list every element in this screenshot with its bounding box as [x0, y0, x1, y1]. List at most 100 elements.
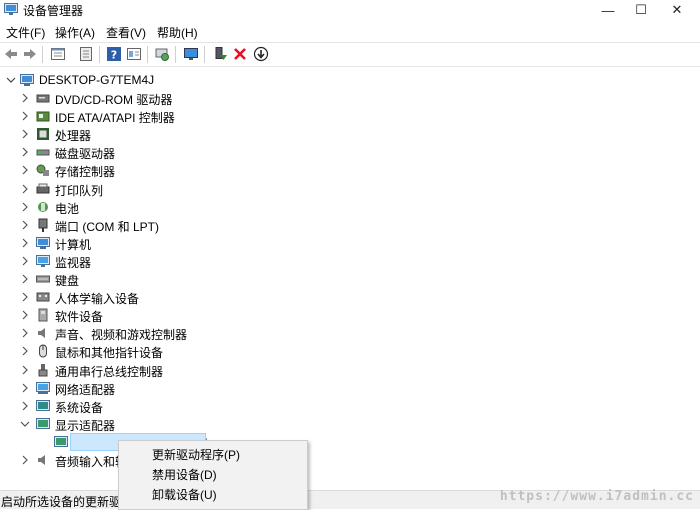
computer-root-icon: [20, 74, 34, 86]
uninstall-icon[interactable]: [232, 46, 248, 62]
tree-item[interactable]: 端口 (COM 和 LPT): [0, 216, 700, 234]
properties-icon[interactable]: [50, 46, 66, 62]
window-title: 设备管理器: [23, 4, 84, 18]
chevron-right-icon[interactable]: [20, 111, 30, 121]
usb-icon: [38, 363, 48, 376]
chevron-right-icon[interactable]: [20, 129, 30, 139]
mouse-icon: [39, 344, 47, 358]
tree-item[interactable]: 网络适配器: [0, 379, 700, 397]
tree-item[interactable]: 存储控制器: [0, 161, 700, 179]
tree-item[interactable]: 通用串行总线控制器: [0, 361, 700, 379]
tree-item[interactable]: 键盘: [0, 270, 700, 288]
chevron-right-icon[interactable]: [20, 455, 30, 465]
toolbar-separator: [42, 46, 43, 63]
chevron-right-icon[interactable]: [20, 184, 30, 194]
tree-item[interactable]: 磁盘驱动器: [0, 143, 700, 161]
tree-item[interactable]: 电池: [0, 198, 700, 216]
chevron-right-icon[interactable]: [20, 238, 30, 248]
view-icon[interactable]: [78, 46, 94, 62]
ide-controller-icon: [36, 111, 50, 122]
chevron-right-icon[interactable]: [20, 310, 30, 320]
chevron-down-icon[interactable]: [6, 75, 16, 85]
tree-item-label: 系统设备: [55, 400, 104, 415]
tree-item-label: 显示适配器: [55, 418, 116, 433]
maximize-icon: ☐: [635, 2, 647, 17]
chevron-right-icon[interactable]: [20, 256, 30, 266]
tree-item-label: 键盘: [55, 274, 80, 288]
disk-drive-icon: [36, 149, 50, 156]
tree-item[interactable]: 音频输入和输出: [0, 451, 700, 469]
back-icon[interactable]: [3, 46, 19, 62]
tree-item-label: 人体学输入设备: [55, 292, 140, 307]
toolbar-separator: [175, 46, 176, 63]
menu-bar: 文件(F) 操作(A) 查看(V) 帮助(H): [0, 21, 700, 41]
toolbar-separator: [147, 46, 148, 63]
tree-item[interactable]: DVD/CD-ROM 驱动器: [0, 89, 700, 107]
keyboard-icon: [36, 275, 50, 283]
monitor-icon[interactable]: [183, 46, 199, 62]
context-uninstall-device[interactable]: 卸载设备(U): [152, 486, 217, 503]
tree-root[interactable]: DESKTOP-G7TEM4J: [0, 71, 700, 89]
battery-icon: [38, 201, 48, 212]
tree-item-label: 通用串行总线控制器: [55, 364, 164, 379]
chevron-right-icon[interactable]: [20, 365, 30, 375]
chevron-right-icon[interactable]: [20, 346, 30, 356]
dvd-drive-icon: [36, 94, 50, 103]
tree-item-label: 处理器: [55, 129, 92, 144]
tree-item[interactable]: 计算机: [0, 234, 700, 252]
menu-view[interactable]: 查看(V): [106, 24, 146, 41]
tree-item-label: 存储控制器: [55, 165, 116, 180]
hid-icon: [36, 292, 50, 302]
context-disable-device[interactable]: 禁用设备(D): [152, 466, 217, 483]
update-driver-icon[interactable]: [253, 46, 269, 62]
tree-item[interactable]: 系统设备: [0, 397, 700, 415]
tree-item[interactable]: IDE ATA/ATAPI 控制器: [0, 107, 700, 125]
printer-icon: [36, 183, 50, 193]
tree-item[interactable]: 监视器: [0, 252, 700, 270]
tree-item-label: 声音、视频和游戏控制器: [55, 328, 188, 343]
chevron-right-icon[interactable]: [20, 93, 30, 103]
chevron-down-icon[interactable]: [20, 419, 30, 429]
status-text: 启动所选设备的更新驱动: [1, 495, 134, 509]
display-adapter-icon: [36, 417, 50, 429]
tree-item[interactable]: 鼠标和其他指针设备: [0, 342, 700, 360]
monitor-icon: [36, 254, 50, 267]
scan-hardware-icon[interactable]: [154, 46, 170, 62]
add-driver-icon[interactable]: [212, 46, 228, 62]
context-update-driver[interactable]: 更新驱动程序(P): [152, 446, 240, 463]
chevron-right-icon[interactable]: [20, 292, 30, 302]
chevron-right-icon[interactable]: [20, 220, 30, 230]
context-menu: 更新驱动程序(P) 禁用设备(D) 卸载设备(U): [118, 440, 308, 510]
chevron-right-icon[interactable]: [20, 383, 30, 393]
tree-item[interactable]: 声音、视频和游戏控制器: [0, 324, 700, 342]
tree-item[interactable]: 人体学输入设备: [0, 288, 700, 306]
tree-item-label: 网络适配器: [55, 382, 116, 397]
tree-item-label: 软件设备: [55, 310, 104, 325]
tree-item[interactable]: 打印队列: [0, 180, 700, 198]
software-device-icon: [38, 308, 48, 322]
display-adapter-icon: [54, 435, 68, 447]
storage-controller-icon: [36, 164, 49, 177]
forward-icon[interactable]: [22, 46, 38, 62]
tree-item-label: 电池: [55, 201, 80, 216]
tree-item[interactable]: 显示适配器: [0, 415, 700, 433]
device-manager-app-icon: [4, 3, 18, 15]
chevron-right-icon[interactable]: [20, 274, 30, 284]
tree-item[interactable]: 软件设备: [0, 306, 700, 324]
chevron-right-icon[interactable]: [20, 165, 30, 175]
tree-root-label: DESKTOP-G7TEM4J: [39, 73, 155, 87]
menu-action[interactable]: 操作(A): [55, 24, 95, 41]
processor-icon: [37, 128, 49, 141]
help-icon[interactable]: ?: [106, 46, 122, 62]
chevron-right-icon[interactable]: [20, 202, 30, 212]
chevron-right-icon[interactable]: [20, 401, 30, 411]
tree-item[interactable]: 处理器: [0, 125, 700, 143]
chevron-right-icon[interactable]: [20, 328, 30, 338]
chevron-right-icon[interactable]: [20, 147, 30, 157]
menu-file[interactable]: 文件(F): [6, 24, 45, 41]
port-icon: [38, 218, 48, 232]
menu-help[interactable]: 帮助(H): [157, 24, 198, 41]
toolbar: ?: [0, 42, 700, 65]
close-button[interactable]: ✕: [654, 0, 700, 20]
list-view-icon[interactable]: [126, 46, 142, 62]
